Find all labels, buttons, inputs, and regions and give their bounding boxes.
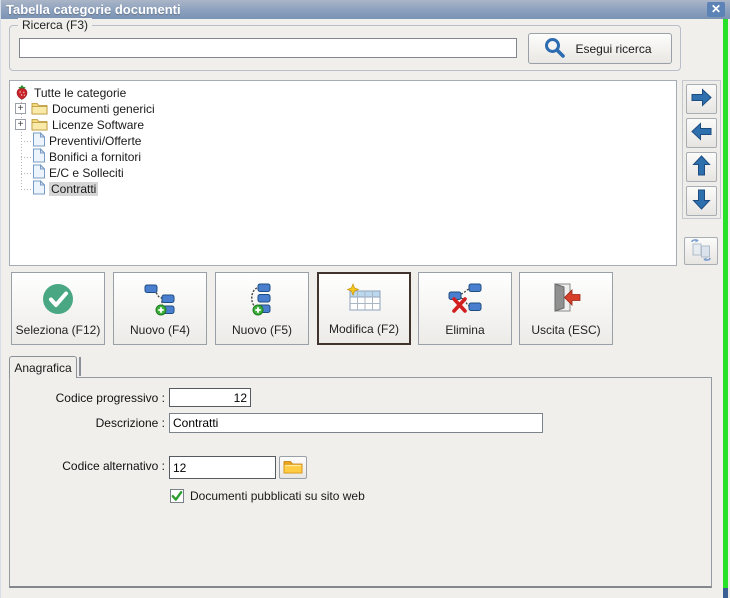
descrizione-input[interactable] [169,413,543,433]
toolbar-button-label: Nuovo (F5) [231,323,293,337]
tree-connector [21,141,31,142]
arrow-left-icon [690,122,713,144]
search-button-label: Esegui ricerca [575,41,652,56]
search-group-label: Ricerca (F3) [18,18,93,32]
dialog-tabella-categorie-documenti: Tabella categorie documenti ✕ Ricerca (F… [0,0,730,598]
close-button[interactable]: ✕ [707,2,725,17]
nuovo-f4-button[interactable]: Nuovo (F4) [113,272,207,345]
tree-item-document-selected[interactable]: Contratti [10,179,676,198]
move-buttons-panel [682,80,721,219]
document-icon [32,179,46,198]
tree-item-label[interactable]: Licenze Software [52,118,144,132]
published-checkbox[interactable] [170,489,184,503]
published-checkbox-label[interactable]: Documenti pubblicati su sito web [190,489,365,503]
move-right-button[interactable] [686,84,717,114]
tree-item-label[interactable]: Contratti [49,182,99,196]
arrow-up-icon [692,154,711,180]
magnifier-icon [543,36,566,62]
bottom-right-corner [723,588,728,598]
descrizione-label: Descrizione : [95,416,165,430]
category-tree[interactable]: Tutte le categorie + Documenti generici … [9,80,677,266]
nuovo-f5-button[interactable]: Nuovo (F5) [215,272,309,345]
elimina-button[interactable]: Elimina [418,272,512,345]
swap-categories-button[interactable] [684,237,718,265]
edit-table-icon [345,283,383,316]
search-button[interactable]: Esegui ricerca [528,33,672,64]
move-down-button[interactable] [686,186,717,216]
codice-alternativo-label: Codice alternativo : [62,459,165,473]
browse-code-button[interactable] [279,456,307,479]
tree-item-root[interactable]: Tutte le categorie [10,84,676,103]
folder-icon [31,101,48,118]
delete-node-icon [448,282,482,317]
anagrafica-panel: Codice progressivo : Descrizione : Codic… [9,377,712,588]
move-left-button[interactable] [686,118,717,148]
tree-item-folder[interactable]: + Documenti generici [10,101,676,117]
title-bar[interactable]: Tabella categorie documenti ✕ [1,0,730,19]
check-circle-icon [41,282,75,319]
toolbar-button-label: Seleziona (F12) [15,323,101,337]
search-group: Ricerca (F3) Esegui ricerca [9,18,681,71]
tree-connector [21,173,31,174]
folder-icon [31,117,48,134]
tree-item-label[interactable]: E/C e Solleciti [49,166,124,180]
toolbar-button-label: Modifica (F2) [328,322,399,336]
arrow-right-icon [690,88,713,110]
toolbar-button-label: Elimina [445,323,485,337]
right-edge-accent [723,19,728,588]
arrow-down-icon [692,188,711,214]
tree-item-document[interactable]: Preventivi/Offerte [10,131,676,149]
tree-item-document[interactable]: Bonifici a fornitori [10,147,676,165]
tree-item-folder[interactable]: + Licenze Software [10,117,676,133]
toolbar-button-label: Uscita (ESC) [531,323,601,337]
checkmark-icon [171,491,183,501]
tree-item-label[interactable]: Preventivi/Offerte [49,134,141,148]
toolbar-button-label: Nuovo (F4) [129,323,191,337]
modifica-button[interactable]: Modifica (F2) [317,272,411,345]
tree-connector [21,189,31,190]
expand-plus-icon[interactable]: + [15,103,26,114]
codice-progressivo-label: Codice progressivo : [55,391,165,405]
strawberry-icon [14,84,30,103]
tree-connector [21,157,31,158]
tab-label: Anagrafica [14,360,72,375]
tree-item-label[interactable]: Tutte le categorie [34,86,126,100]
codice-progressivo-input[interactable] [169,388,251,407]
new-child-node-icon [143,282,177,319]
expand-plus-icon[interactable]: + [15,119,26,130]
swap-documents-icon [688,238,714,264]
codice-alternativo-input[interactable] [169,456,276,479]
tree-item-document[interactable]: E/C e Solleciti [10,163,676,181]
folder-open-icon [283,459,303,477]
tab-anagrafica[interactable]: Anagrafica [9,356,77,378]
window-title: Tabella categorie documenti [6,2,181,17]
exit-door-icon [550,282,582,317]
uscita-button[interactable]: Uscita (ESC) [519,272,613,345]
seleziona-button[interactable]: Seleziona (F12) [11,272,105,345]
tab-divider [79,357,81,376]
new-sibling-node-icon [245,282,279,319]
search-input[interactable] [19,38,517,58]
tree-item-label[interactable]: Bonifici a fornitori [49,150,141,164]
move-up-button[interactable] [686,152,717,182]
tree-item-label[interactable]: Documenti generici [52,102,155,116]
